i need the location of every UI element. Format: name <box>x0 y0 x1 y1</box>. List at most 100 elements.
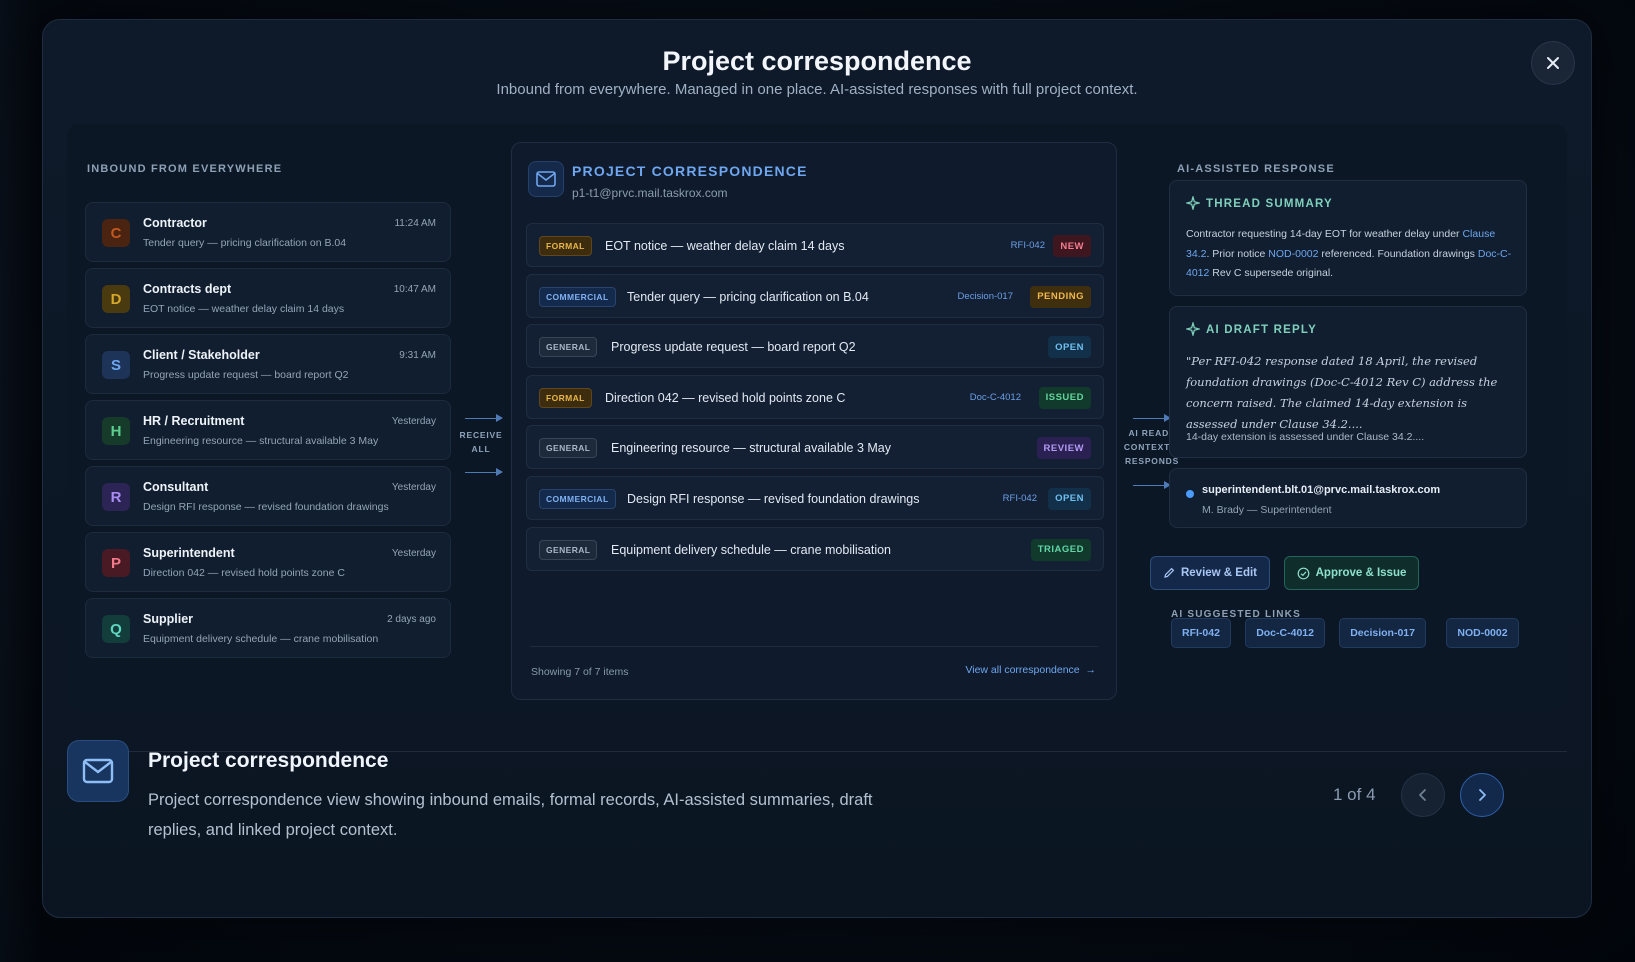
status-badge: ISSUED <box>1038 386 1091 409</box>
footer-icon-badge <box>67 740 129 802</box>
row-reference-link[interactable]: Decision-017 <box>958 291 1013 302</box>
inbound-item[interactable]: P Superintendent Direction 042 — revised… <box>85 532 451 592</box>
correspondence-row[interactable]: COMMERCIAL Tender query — pricing clarif… <box>526 273 1104 318</box>
sender-avatar: S <box>102 351 130 379</box>
receive-all-text: RECEIVE ALL <box>459 430 503 454</box>
mail-badge <box>528 161 564 197</box>
status-badge: TRIAGED <box>1030 538 1091 561</box>
panel-divider <box>530 646 1098 647</box>
correspondence-row[interactable]: FORMAL EOT notice — weather delay claim … <box>526 223 1104 267</box>
row-subject: EOT notice — weather delay claim 14 days <box>605 239 845 253</box>
summary-link-nod[interactable]: NOD-0002 <box>1268 248 1318 260</box>
row-subject: Engineering resource — structural availa… <box>611 441 891 456</box>
arrow-right-icon: → <box>1082 664 1096 676</box>
sender-name: Consultant <box>143 480 209 494</box>
ai-response-label: AI-ASSISTED RESPONSE <box>1177 163 1335 175</box>
correspondence-row[interactable]: GENERAL Progress update request — board … <box>526 324 1104 369</box>
ai-draft-title: AI DRAFT REPLY <box>1206 324 1317 336</box>
recipient-email: superintendent.blt.01@prvc.mail.taskrox.… <box>1202 484 1441 496</box>
correspondence-row[interactable]: FORMAL Direction 042 — revised hold poin… <box>526 374 1104 419</box>
sender-avatar: H <box>102 417 130 445</box>
mail-icon <box>536 171 556 187</box>
inbound-item[interactable]: H HR / Recruitment Engineering resource … <box>85 400 451 460</box>
sender-description: Engineering resource — structural availa… <box>143 435 379 447</box>
status-badge: OPEN <box>1048 336 1091 359</box>
suggested-link-chip[interactable]: RFI-042 <box>1171 618 1231 648</box>
check-circle-icon <box>1297 567 1310 579</box>
correspondence-row[interactable]: GENERAL Engineering resource — structura… <box>526 425 1104 470</box>
ai-arrow-top <box>1133 414 1171 422</box>
review-edit-button[interactable]: Review & Edit <box>1150 556 1270 590</box>
correspondence-panel: PROJECT CORRESPONDENCE p1-t1@prvc.mail.t… <box>511 142 1117 700</box>
sender-name: Superintendent <box>143 546 235 560</box>
correspondence-row[interactable]: COMMERCIAL Design RFI response — revised… <box>526 475 1104 520</box>
view-all-text: View all correspondence <box>965 664 1080 676</box>
recipient-card[interactable]: superintendent.blt.01@prvc.mail.taskrox.… <box>1169 468 1527 528</box>
recipient-status-dot <box>1186 490 1194 498</box>
sender-description: Design RFI response — revised foundation… <box>143 501 389 513</box>
sender-description: EOT notice — weather delay claim 14 days <box>143 303 345 315</box>
previous-button[interactable] <box>1401 773 1445 817</box>
sender-time: Yesterday <box>391 482 436 493</box>
inbound-item[interactable]: S Client / Stakeholder Progress update r… <box>85 334 451 394</box>
sender-time: 2 days ago <box>387 614 436 625</box>
category-tag: COMMERCIAL <box>539 286 616 307</box>
suggested-link-chip[interactable]: Decision-017 <box>1339 618 1426 648</box>
row-subject: Equipment delivery schedule — crane mobi… <box>611 542 892 557</box>
ai-draft-card: AI DRAFT REPLY "Per RFI-042 response dat… <box>1169 306 1527 458</box>
showing-count: Showing 7 of 7 items <box>531 666 629 678</box>
modal-title: Project correspondence <box>662 46 972 76</box>
view-all-link[interactable]: View all correspondence → <box>965 664 1096 676</box>
inbound-item[interactable]: Q Supplier Equipment delivery schedule —… <box>85 598 451 658</box>
approve-issue-label: Approve & Issue <box>1315 567 1407 579</box>
category-tag: FORMAL <box>539 236 592 256</box>
illustration-stage: INBOUND FROM EVERYWHERE C Contractor Ten… <box>67 124 1567 710</box>
sender-time: 9:31 AM <box>399 350 436 361</box>
chevron-left-icon <box>1419 789 1426 801</box>
sender-description: Tender query — pricing clarification on … <box>143 237 347 249</box>
status-badge: OPEN <box>1048 487 1091 510</box>
sender-time: Yesterday <box>391 548 436 559</box>
inbound-list: C Contractor Tender query — pricing clar… <box>85 202 451 664</box>
approve-issue-button[interactable]: Approve & Issue <box>1284 556 1419 590</box>
inbound-item[interactable]: C Contractor Tender query — pricing clar… <box>85 202 451 262</box>
sender-avatar: P <box>102 549 130 577</box>
sender-name: Contracts dept <box>143 282 232 296</box>
row-reference-link[interactable]: Doc-C-4012 <box>970 392 1021 403</box>
footer-description: Project correspondence view showing inbo… <box>148 791 873 839</box>
panel-title: PROJECT CORRESPONDENCE <box>572 163 808 179</box>
row-subject: Design RFI response — revised foundation… <box>627 491 920 506</box>
row-subject: Direction 042 — revised hold points zone… <box>605 390 846 405</box>
recipient-name: M. Brady — Superintendent <box>1202 504 1332 516</box>
correspondence-modal: Project correspondence Inbound from ever… <box>42 19 1592 918</box>
suggested-link-chip[interactable]: NOD-0002 <box>1446 618 1519 648</box>
close-button[interactable] <box>1531 41 1575 85</box>
sender-avatar: C <box>102 219 130 247</box>
suggested-link-chip[interactable]: Doc-C-4012 <box>1245 618 1325 648</box>
next-button[interactable] <box>1460 773 1504 817</box>
inbound-item[interactable]: R Consultant Design RFI response — revis… <box>85 466 451 526</box>
modal-subtitle: Inbound from everywhere. Managed in one … <box>496 81 1138 98</box>
close-icon <box>1547 57 1559 69</box>
receive-all-label: RECEIVE ALL <box>451 428 511 456</box>
review-edit-label: Review & Edit <box>1180 567 1258 579</box>
pencil-icon <box>1164 567 1175 578</box>
summary-part-2: . Prior notice <box>1206 247 1269 260</box>
sender-description: Progress update request — board report Q… <box>143 369 349 381</box>
chevron-right-icon <box>1479 789 1486 801</box>
left-ghost <box>0 0 40 962</box>
ai-draft-extra: 14-day extension is assessed under Claus… <box>1186 431 1425 443</box>
summary-part-4: Rev C supersede original. <box>1209 267 1334 279</box>
ai-draft-text: "Per RFI-042 response dated 18 April, th… <box>1186 354 1498 431</box>
correspondence-row[interactable]: GENERAL Equipment delivery schedule — cr… <box>526 526 1104 571</box>
row-reference-link[interactable]: RFI-042 <box>1011 240 1045 251</box>
row-reference-link[interactable]: RFI-042 <box>1003 493 1037 504</box>
correspondence-rows: FORMAL EOT notice — weather delay claim … <box>526 223 1104 577</box>
summary-part-3: referenced. Foundation drawings <box>1318 247 1478 260</box>
inbound-item[interactable]: D Contracts dept EOT notice — weather de… <box>85 268 451 328</box>
sender-time: 11:24 AM <box>394 218 436 229</box>
sender-avatar: R <box>102 483 130 511</box>
mail-icon <box>82 758 114 784</box>
inbound-label: INBOUND FROM EVERYWHERE <box>87 163 283 175</box>
category-tag: FORMAL <box>539 387 592 408</box>
